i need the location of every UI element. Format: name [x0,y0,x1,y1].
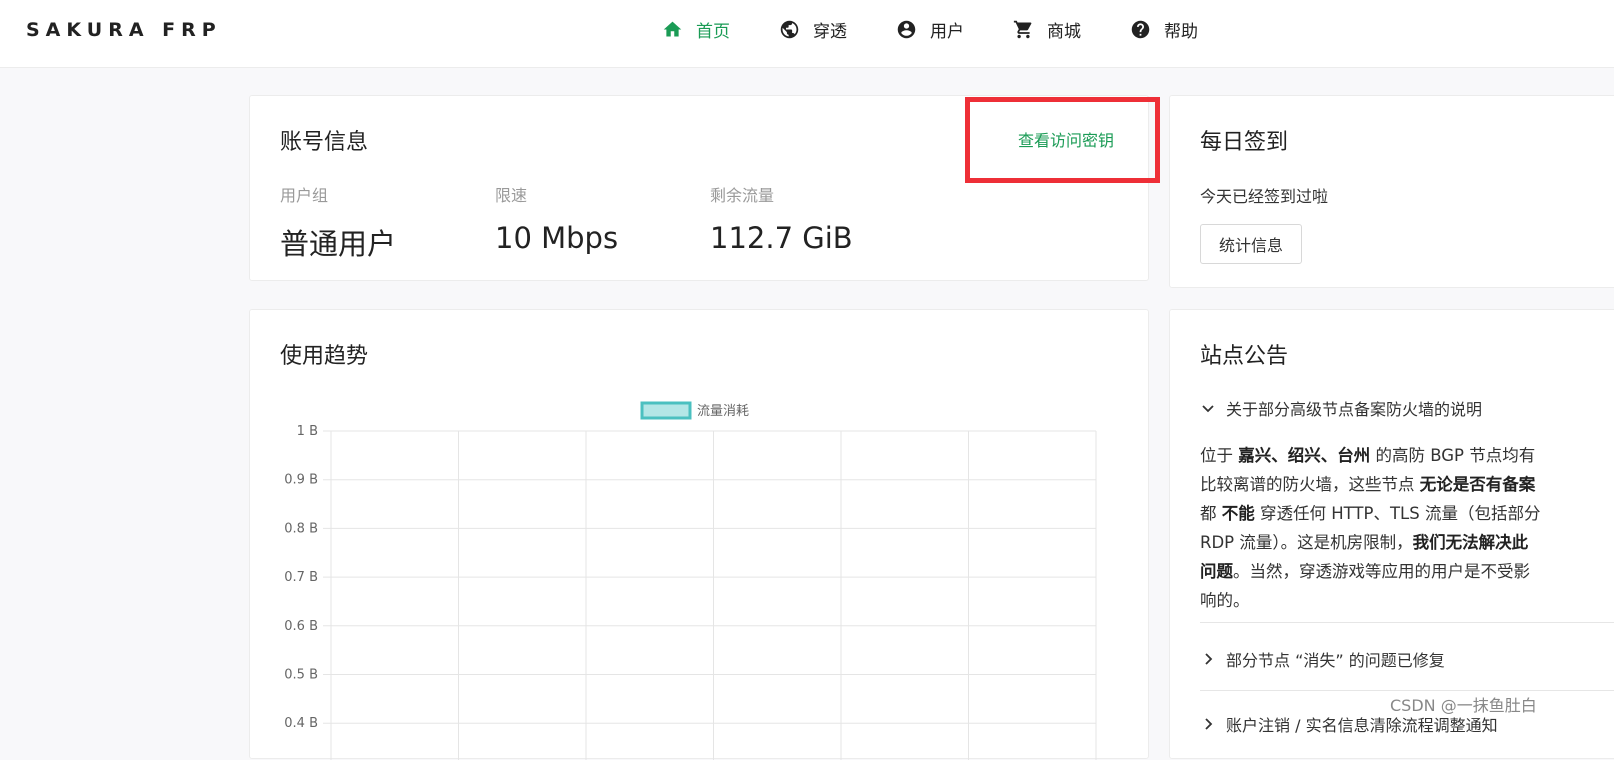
notice-bold-text: 不能 [1221,504,1255,523]
user-circle-icon [897,20,916,38]
notice-divider [1200,690,1614,691]
notice-bold-text: 无论是否有备案 [1419,475,1536,494]
stat-value: 10 Mbps [495,221,619,255]
chevron-right-icon [1205,653,1213,665]
daily-signin-card: 每日签到 今天已经签到过啦 统计信息 [1169,95,1614,288]
nav-item-user[interactable]: 用户 [896,16,964,42]
nav-item-label: 穿透 [813,21,847,42]
stat-speed-limit: 限速 10 Mbps [495,182,618,255]
notice-body: 位于 嘉兴、绍兴、台州 的高防 BGP 节点均有 比较离谱的防火墙，这些节点 无… [1200,441,1614,615]
notice-item-title: 关于部分高级节点备案防火墙的说明 [1226,400,1483,419]
nav-item-label: 用户 [930,21,964,42]
nav-item-label: 商城 [1047,21,1081,42]
chart-y-tick-label: 0.5 B [284,668,318,683]
stat-user-group: 用户组 普通用户 [280,182,396,263]
nav-item-label: 帮助 [1164,21,1198,42]
main-nav: 首页 穿透 用户 商城 帮助 [662,16,1247,42]
globe-icon [780,20,799,38]
notice-text: 的高防 BGP 节点均有 [1370,446,1536,465]
chart-y-tick-label: 0.7 B [284,570,318,585]
notice-text: 。当然，穿透游戏等应用的用户是不受影 [1233,562,1530,581]
notice-bold-text: 我们无法解决此 [1412,533,1529,552]
notice-item-firewall[interactable]: 关于部分高级节点备案防火墙的说明 [1200,396,1482,420]
top-navbar: SAKURA FRP 首页 穿透 用户 商城 帮助 [0,0,1614,68]
nav-item-label: 首页 [696,21,730,42]
chart-legend-label: 流量消耗 [697,404,749,419]
signin-card-title: 每日签到 [1200,130,1289,155]
nav-item-shop[interactable]: 商城 [1013,16,1081,42]
notice-line-6: 响的。 [1200,586,1614,615]
notice-text: 穿透任何 HTTP、TLS 流量（包括部分 [1254,504,1541,523]
nav-item-home[interactable]: 首页 [662,16,730,42]
cart-icon [1013,20,1032,38]
watermark: CSDN @一抹鱼肚白 [1390,696,1537,715]
statistics-button[interactable]: 统计信息 [1200,224,1302,264]
notice-item-nodes-fixed[interactable]: 部分节点 “消失” 的问题已修复 [1200,647,1445,671]
help-circle-icon [1131,20,1150,38]
chart-y-tick-label: 1 B [297,424,318,439]
stat-value: 112.7 GiB [710,221,853,255]
nav-item-help[interactable]: 帮助 [1130,16,1198,42]
notice-divider [1200,622,1614,623]
notice-text: 比较离谱的防火墙，这些节点 [1200,475,1420,494]
notice-line-3: 都 不能 穿透任何 HTTP、TLS 流量（包括部分 [1200,499,1614,528]
brand-logo[interactable]: SAKURA FRP [26,19,222,41]
stat-label: 限速 [495,186,528,205]
chevron-down-icon [1202,405,1214,413]
stat-remaining-traffic: 剩余流量 112.7 GiB [710,182,853,255]
account-info-card: 账号信息 查看访问密钥 用户组 普通用户 限速 10 Mbps 剩余流量 112… [249,95,1149,281]
notice-text: RDP 流量）。这是机房限制， [1200,533,1413,552]
home-icon [663,21,682,36]
chart-y-tick-label: 0.9 B [284,473,318,488]
account-card-title: 账号信息 [280,130,369,155]
notice-line-1: 位于 嘉兴、绍兴、台州 的高防 BGP 节点均有 [1200,441,1614,470]
notice-text: 响的。 [1200,591,1250,610]
stat-label: 用户组 [280,186,329,205]
chart-legend-swatch [640,401,692,420]
stat-value: 普通用户 [280,227,397,261]
view-access-key-link[interactable]: 查看访问密钥 [1018,127,1114,151]
notice-item-title: 部分节点 “消失” 的问题已修复 [1226,651,1445,670]
notice-line-5: 问题。当然，穿透游戏等应用的用户是不受影 [1200,557,1614,586]
usage-trend-card: 使用趋势 1 B 0.9 B 0.8 B 0.7 B 0.6 B 0.5 B 0.4 B 流量… [249,309,1149,760]
chart-y-tick-label: 0.8 B [284,521,318,536]
chart-y-tick-label: 0.6 B [284,619,318,634]
notice-line-2: 比较离谱的防火墙，这些节点 无论是否有备案 [1200,470,1614,499]
notice-card-title: 站点公告 [1200,344,1289,369]
stat-label: 剩余流量 [710,186,775,205]
notice-line-4: RDP 流量）。这是机房限制，我们无法解决此 [1200,528,1614,557]
chevron-right-icon [1205,718,1213,730]
chart-y-tick-label: 0.4 B [284,716,318,731]
notice-text: 都 [1200,504,1222,523]
notice-text: 位于 [1200,446,1239,465]
usage-trend-chart: 1 B 0.9 B 0.8 B 0.7 B 0.6 B 0.5 B 0.4 B 流量消耗 [284,401,1097,760]
nav-item-tunnel[interactable]: 穿透 [779,16,847,42]
notice-bold-text: 问题 [1200,562,1233,581]
signin-status: 今天已经签到过啦 [1200,187,1329,206]
notice-bold-text: 嘉兴、绍兴、台州 [1238,446,1371,465]
